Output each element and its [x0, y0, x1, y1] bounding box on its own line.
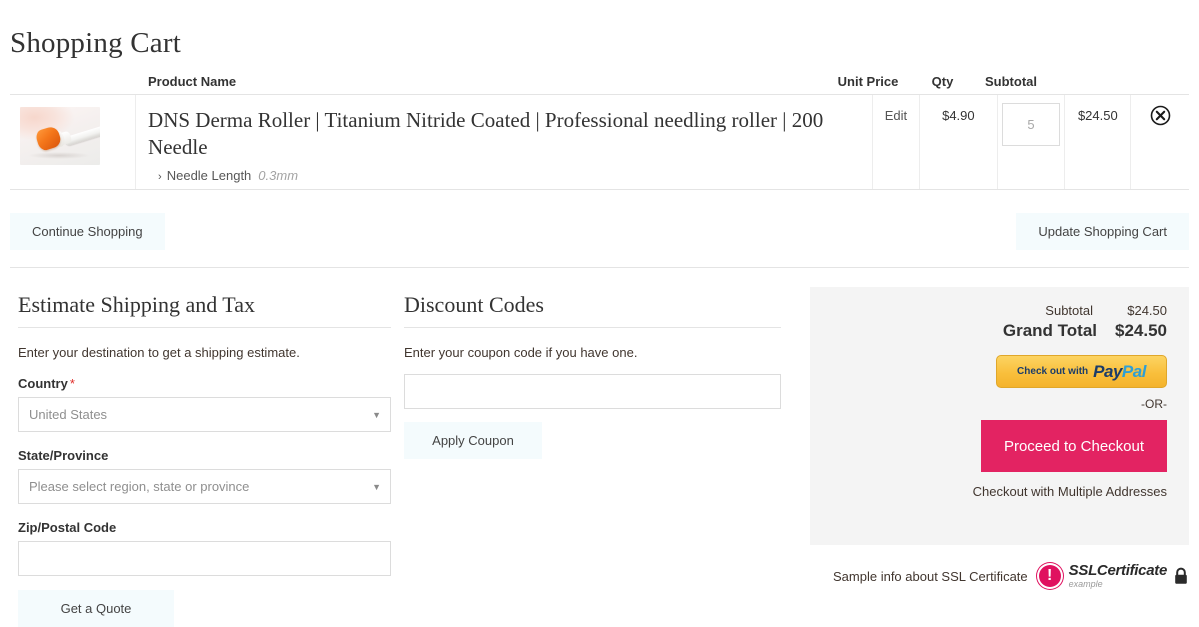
zip-postal-code-input[interactable] [18, 541, 391, 576]
column-header-remove [1045, 66, 1105, 74]
ssl-badge-sub: example [1068, 579, 1103, 589]
ssl-certificate-area: Sample info about SSL Certificate ! SSLC… [833, 563, 1189, 589]
order-summary-panel: Subtotal $24.50 Grand Total $24.50 Check… [810, 287, 1189, 545]
paypal-prefix-text: Check out with [1017, 366, 1089, 377]
summary-subtotal-row: Subtotal $24.50 [832, 303, 1167, 318]
paypal-logo: PayPal [1093, 362, 1146, 382]
estimate-shipping-note: Enter your destination to get a shipping… [18, 345, 300, 360]
remove-cell [1130, 95, 1189, 189]
product-options[interactable]: › Needle Length 0.3mm [148, 168, 848, 183]
ssl-mark-glyph: ! [1046, 567, 1053, 584]
estimate-shipping-title: Estimate Shipping and Tax [18, 292, 391, 328]
column-header-qty: Qty [931, 74, 954, 89]
product-thumbnail-cell [10, 95, 135, 189]
ssl-badge-words: SSLCertificate example [1068, 562, 1168, 589]
remove-item-button[interactable] [1149, 104, 1171, 126]
country-label: Country * [18, 376, 391, 391]
coupon-code-input[interactable] [404, 374, 781, 409]
option-value: 0.3mm [258, 168, 299, 183]
column-header-subtotal: Subtotal [985, 74, 1037, 89]
summary-subtotal-label: Subtotal [1045, 303, 1093, 318]
column-header-unit-price: Unit Price [837, 74, 899, 89]
shopping-cart-page: Shopping Cart Product Name Unit Price Qt… [0, 0, 1199, 627]
country-label-text: Country [18, 376, 68, 391]
state-label: State/Province [18, 448, 109, 463]
apply-coupon-button[interactable]: Apply Coupon [404, 422, 542, 459]
zip-label: Zip/Postal Code [18, 520, 117, 535]
product-name-link[interactable]: DNS Derma Roller | Titanium Nitride Coat… [148, 107, 848, 161]
subtotal-cell: $24.50 [1064, 95, 1130, 189]
country-select-wrapper: United States ▼ [18, 397, 391, 432]
remove-circle-icon [1150, 105, 1171, 125]
summary-subtotal-value: $24.50 [1127, 303, 1167, 318]
discount-codes-note: Enter your coupon code if you have one. [404, 345, 638, 360]
state-select[interactable]: Please select region, state or province [18, 469, 391, 504]
paypal-logo-pal: Pal [1121, 361, 1147, 381]
unit-price-cell: $4.90 [918, 95, 997, 189]
country-select[interactable]: United States [18, 397, 391, 432]
edit-item-link[interactable]: Edit [885, 108, 907, 123]
ssl-certificate-badge[interactable]: ! SSLCertificate example [1036, 562, 1189, 589]
lock-icon [1175, 567, 1187, 584]
discount-codes-title: Discount Codes [404, 292, 781, 328]
table-row: DNS Derma Roller | Titanium Nitride Coat… [10, 95, 1189, 190]
summary-grand-total-value: $24.50 [1115, 321, 1167, 340]
column-header-product-name: Product Name [148, 74, 237, 89]
ssl-info-text: Sample info about SSL Certificate [833, 568, 1028, 584]
exclamation-circle-icon: ! [1036, 563, 1063, 589]
cart-action-bar: Continue Shopping Update Shopping Cart [10, 206, 1189, 268]
estimate-shipping-section: Estimate Shipping and Tax Enter your des… [18, 292, 391, 627]
product-info-cell: DNS Derma Roller | Titanium Nitride Coat… [135, 95, 872, 189]
state-select-wrapper: Please select region, state or province … [18, 469, 391, 504]
paypal-checkout-button[interactable]: Check out with PayPal [996, 355, 1167, 388]
summary-grand-total-label: Grand Total [1002, 321, 1097, 340]
update-shopping-cart-button[interactable]: Update Shopping Cart [1016, 213, 1189, 250]
option-label: Needle Length [166, 168, 252, 183]
or-separator-text: -OR- [1141, 397, 1167, 411]
proceed-to-checkout-button[interactable]: Proceed to Checkout [981, 420, 1167, 472]
unit-price-value: $4.90 [942, 108, 975, 123]
roller-head-shape [34, 125, 63, 152]
continue-shopping-button[interactable]: Continue Shopping [10, 213, 165, 250]
page-title: Shopping Cart [10, 27, 181, 60]
summary-grand-total-row: Grand Total $24.50 [832, 321, 1167, 341]
qty-cell [996, 95, 1064, 189]
required-marker: * [69, 376, 75, 391]
cart-table: Product Name Unit Price Qty Subtotal DNS… [10, 66, 1189, 190]
chevron-right-icon: › [158, 171, 162, 183]
paypal-logo-pay: Pay [1093, 361, 1122, 381]
derma-roller-thumbnail[interactable] [20, 107, 100, 165]
cart-table-header: Product Name Unit Price Qty Subtotal [10, 66, 1189, 95]
quantity-input[interactable] [1002, 103, 1061, 146]
edit-cell: Edit [872, 95, 919, 189]
discount-codes-section: Discount Codes Enter your coupon code if… [404, 292, 781, 459]
row-subtotal-value: $24.50 [1077, 108, 1118, 123]
ssl-badge-name: SSLCertificate [1068, 562, 1168, 579]
thumbnail-shadow [28, 152, 90, 159]
column-header-edit [780, 66, 828, 74]
checkout-multiple-addresses-link[interactable]: Checkout with Multiple Addresses [832, 484, 1167, 499]
